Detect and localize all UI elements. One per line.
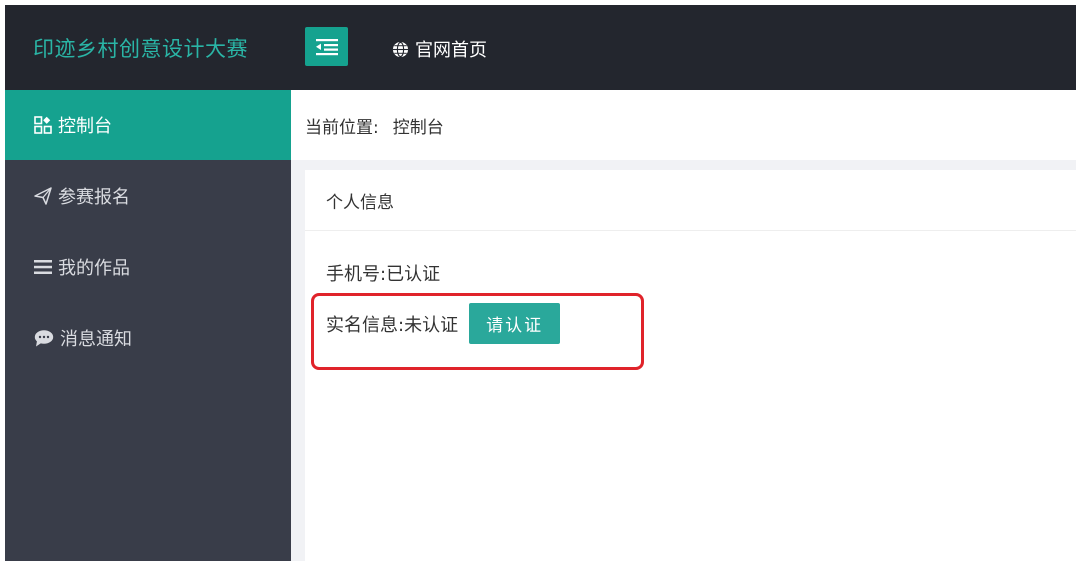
list-icon (34, 259, 52, 275)
verify-button[interactable]: 请认证 (469, 303, 561, 344)
personal-info-card: 个人信息 手机号: 已认证 实名信息: 未认证 请认证 (305, 170, 1076, 561)
sidebar-item-notifications[interactable]: 消息通知 (5, 303, 291, 373)
official-home-label: 官网首页 (415, 40, 487, 61)
breadcrumb-current[interactable]: 控制台 (393, 113, 444, 138)
sidebar-item-label: 参赛报名 (58, 187, 130, 208)
realname-label: 实名信息: (326, 314, 405, 336)
sidebar-item-registration[interactable]: 参赛报名 (5, 161, 291, 231)
sidebar: 控制台 参赛报名 我的作品 消息通知 (5, 90, 291, 561)
phone-row: 手机号: 已认证 (326, 260, 440, 286)
paper-plane-icon (34, 187, 52, 205)
sidebar-item-label: 我的作品 (58, 258, 130, 279)
official-home-link[interactable]: 官网首页 (392, 36, 487, 62)
phone-label: 手机号: (326, 264, 387, 285)
sidebar-item-my-works[interactable]: 我的作品 (5, 232, 291, 302)
card-title: 个人信息 (326, 192, 394, 213)
sidebar-item-dashboard[interactable]: 控制台 (5, 90, 291, 160)
realname-row: 实名信息: 未认证 请认证 (326, 303, 561, 344)
breadcrumb-label: 当前位置: (305, 117, 379, 138)
top-navbar: 印迹乡村创意设计大赛 官网首页 (5, 5, 1076, 90)
site-logo[interactable]: 印迹乡村创意设计大赛 (33, 33, 248, 63)
sidebar-item-label: 消息通知 (60, 329, 132, 350)
realname-status: 未认证 (404, 314, 459, 336)
chat-bubble-icon (34, 329, 54, 347)
app-window: 印迹乡村创意设计大赛 官网首页 控制台 参赛报名 我的作品 消息通知 当前位置:… (5, 5, 1076, 561)
dashboard-icon (34, 116, 52, 134)
globe-icon (392, 41, 409, 58)
menu-toggle-button[interactable] (305, 27, 348, 66)
card-header: 个人信息 (305, 170, 1076, 231)
menu-collapse-icon (315, 38, 338, 55)
breadcrumb: 当前位置: 控制台 (291, 90, 1076, 160)
sidebar-item-label: 控制台 (58, 116, 112, 137)
phone-status: 已认证 (386, 264, 441, 285)
